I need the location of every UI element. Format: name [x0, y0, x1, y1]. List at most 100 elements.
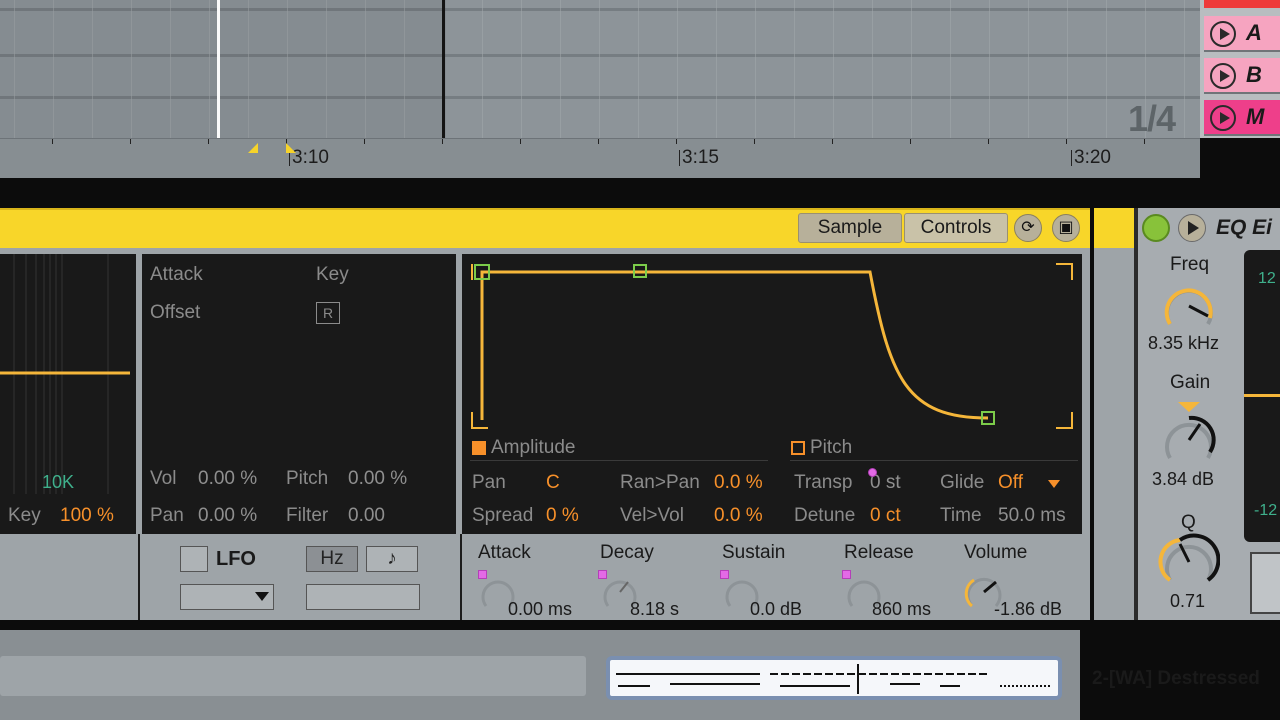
playhead[interactable]	[217, 0, 220, 138]
mod-filter-value[interactable]: 0.00	[348, 505, 385, 527]
eq-gain-knob[interactable]	[1158, 398, 1220, 468]
vel-vol-value[interactable]: 0.0 %	[714, 505, 763, 527]
time-value[interactable]: 50.0 ms	[998, 505, 1066, 527]
grid-line	[755, 0, 756, 138]
tab-sample[interactable]: Sample	[798, 213, 902, 243]
play-icon[interactable]	[1210, 63, 1236, 89]
loop-brace-icon[interactable]	[244, 141, 304, 157]
panel-divider	[138, 534, 140, 620]
time-ruler[interactable]: 3:10 3:15 3:20	[0, 138, 1200, 178]
lfo-waveform-select[interactable]	[180, 584, 274, 610]
play-icon[interactable]	[1210, 21, 1236, 47]
detune-label: Detune	[794, 505, 856, 526]
ruler-tick	[520, 139, 521, 144]
mod-filter-label: Filter	[286, 505, 329, 526]
hot-swap-icon[interactable]: ⟳	[1014, 214, 1042, 242]
lfo-toggle[interactable]	[180, 546, 208, 572]
separator	[470, 460, 768, 461]
grid-line	[1106, 0, 1107, 138]
amp-envelope-graph[interactable]	[466, 258, 1078, 434]
panel-divider	[460, 534, 462, 620]
retrigger-button[interactable]: R	[316, 302, 340, 324]
ruler-label: 3:20	[1071, 147, 1111, 168]
eq-scale-label: 12	[1258, 270, 1276, 287]
scene-launcher-column: A B M	[1200, 0, 1280, 138]
amplitude-toggle[interactable]	[472, 441, 486, 455]
decay-knob-value[interactable]: 8.18 s	[630, 599, 679, 620]
lfo-hz-button[interactable]: Hz	[306, 546, 358, 572]
sample-overview[interactable]	[606, 656, 1062, 700]
clip-name: 2-[WA] Destressed	[1092, 668, 1260, 689]
mod-pitch-value[interactable]: 0.00 %	[348, 468, 407, 490]
tab-controls[interactable]: Controls	[904, 213, 1008, 243]
chevron-down-icon	[255, 592, 269, 601]
eq-filter-type[interactable]	[1250, 552, 1280, 614]
ruler-tick	[52, 139, 53, 144]
eq-q-knob[interactable]	[1158, 532, 1220, 590]
grid-line	[794, 0, 795, 138]
chevron-down-icon[interactable]	[1048, 480, 1060, 488]
decay-knob-label: Decay	[600, 542, 654, 563]
glide-label: Glide	[940, 472, 985, 493]
scene-m[interactable]: M	[1204, 100, 1280, 136]
grid-line	[1184, 0, 1185, 138]
quantization-display[interactable]: 1/4	[1128, 98, 1176, 140]
eq-freq-label: Freq	[1170, 254, 1210, 275]
separator	[790, 460, 1078, 461]
detune-value[interactable]: 0 ct	[870, 505, 901, 527]
arrangement-view[interactable]	[0, 0, 1200, 138]
overview-scrollbar[interactable]	[0, 656, 586, 696]
power-icon[interactable]	[1142, 214, 1170, 242]
eq-title: EQ Ei	[1216, 216, 1273, 239]
ran-pan-value[interactable]: 0.0 %	[714, 472, 763, 494]
play-icon[interactable]	[1178, 214, 1206, 242]
pan-value[interactable]: C	[546, 472, 560, 494]
eq-gain-value[interactable]: 3.84 dB	[1152, 469, 1214, 490]
ruler-tick	[208, 139, 209, 144]
eq-freq-knob[interactable]	[1158, 278, 1220, 334]
view-divider	[0, 178, 1280, 208]
scene-b[interactable]: B	[1204, 58, 1280, 94]
play-icon[interactable]	[1210, 105, 1236, 131]
release-knob-label: Release	[844, 542, 914, 563]
sustain-knob-value[interactable]: 0.0 dB	[750, 599, 802, 620]
ruler-tick	[130, 139, 131, 144]
ruler-tick	[754, 139, 755, 144]
grid-line	[1028, 0, 1029, 138]
modulation-panel	[142, 254, 456, 534]
save-preset-icon[interactable]: ▣	[1052, 214, 1080, 242]
amplitude-label: Amplitude	[491, 437, 576, 458]
eq-q-value[interactable]: 0.71	[1170, 591, 1205, 612]
volume-knob-value[interactable]: -1.86 dB	[994, 599, 1062, 620]
grid-line	[911, 0, 912, 138]
filter-response-graph[interactable]	[0, 254, 136, 494]
eq-freq-value[interactable]: 8.35 kHz	[1148, 333, 1219, 354]
spread-value[interactable]: 0 %	[546, 505, 579, 527]
release-knob-value[interactable]: 860 ms	[872, 599, 931, 620]
glide-value[interactable]: Off	[998, 472, 1023, 494]
attack-knob-value[interactable]: 0.00 ms	[508, 599, 572, 620]
eq-gain-label: Gain	[1170, 372, 1211, 393]
lfo-rate-field[interactable]	[306, 584, 420, 610]
vel-vol-label: Vel>Vol	[620, 505, 684, 526]
ruler-tick	[598, 139, 599, 144]
mod-vol-label: Vol	[150, 468, 177, 489]
waveform-overview	[616, 664, 1050, 694]
filter-key-value[interactable]: 100 %	[60, 505, 114, 527]
grid-line	[1067, 0, 1068, 138]
scene-a[interactable]: A	[1204, 16, 1280, 52]
scene-label: A	[1246, 20, 1262, 45]
time-label: Time	[940, 505, 982, 526]
pitch-env-toggle[interactable]	[791, 441, 805, 455]
attack-knob-label: Attack	[478, 542, 531, 563]
eq-curve	[1244, 394, 1280, 397]
filter-key-label: Key	[8, 505, 41, 526]
mod-vol-value[interactable]: 0.00 %	[198, 468, 257, 490]
mod-pan-value[interactable]: 0.00 %	[198, 505, 257, 527]
ruler-tick	[442, 139, 443, 144]
scene-top-clip	[1204, 0, 1280, 8]
lfo-sync-button[interactable]: ♪	[366, 546, 418, 572]
insert-marker[interactable]	[442, 0, 445, 138]
ruler-tick	[832, 139, 833, 144]
grid-line	[599, 0, 600, 138]
